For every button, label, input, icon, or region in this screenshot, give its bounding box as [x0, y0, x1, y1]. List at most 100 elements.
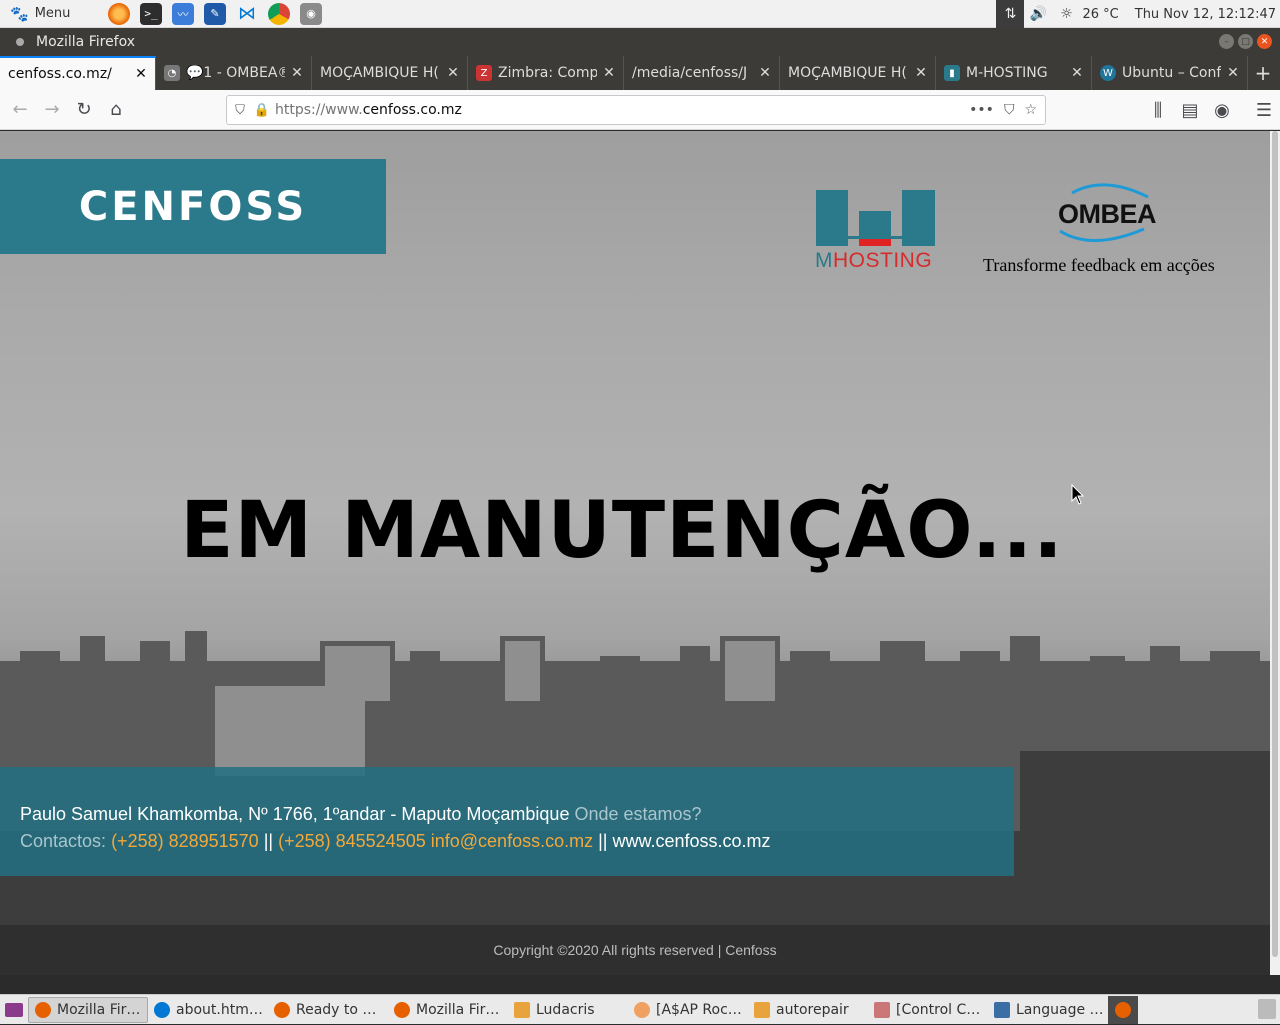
- shield-icon[interactable]: ⛉: [227, 103, 253, 118]
- scrollbar-thumb[interactable]: [1272, 131, 1278, 957]
- language-icon: [994, 1001, 1010, 1018]
- back-button[interactable]: ←: [4, 94, 36, 126]
- where-link[interactable]: Onde estamos?: [574, 804, 701, 824]
- taskbar-item[interactable]: autorepair: [748, 997, 868, 1023]
- tab-zimbra[interactable]: Z Zimbra: Comp ✕: [468, 56, 624, 90]
- firefox-icon: [394, 1001, 410, 1018]
- tab-label: 💬1 - OMBEA®: [186, 65, 285, 81]
- url-domain: cenfoss.co.mz: [362, 102, 462, 118]
- tab-label: /media/cenfoss/J: [632, 65, 748, 81]
- reload-button[interactable]: ↻: [68, 94, 100, 126]
- library-icon[interactable]: ⫼: [1142, 94, 1174, 126]
- chrome-icon[interactable]: [268, 2, 290, 25]
- minimize-button[interactable]: –: [1219, 34, 1234, 49]
- close-tab-icon[interactable]: ✕: [1069, 65, 1085, 81]
- phone-2[interactable]: (+258) 845524505: [278, 831, 426, 851]
- tab-label: cenfoss.co.mz/: [8, 66, 112, 82]
- taskbar-item[interactable]: [A$AP Roc…: [628, 997, 748, 1023]
- tab-label: MOÇAMBIQUE H(: [320, 65, 439, 81]
- terminal-icon[interactable]: >_: [140, 2, 162, 25]
- cenfoss-logo: CENFOSS: [78, 183, 308, 230]
- pocket-icon[interactable]: ⛉: [1004, 102, 1015, 118]
- system-menu-button[interactable]: 🐾 Menu: [0, 5, 108, 23]
- tab-label: Ubuntu – Conf: [1122, 65, 1221, 81]
- page-scrollbar[interactable]: [1270, 131, 1280, 975]
- firefox-icon: [634, 1001, 650, 1018]
- lock-icon[interactable]: 🔒: [253, 103, 271, 118]
- taskbar-item-active-firefox[interactable]: [1108, 995, 1138, 1024]
- close-tab-icon[interactable]: ✕: [289, 65, 305, 81]
- tab-media[interactable]: /media/cenfoss/J ✕: [624, 56, 780, 90]
- taskbar-item[interactable]: Language …: [988, 997, 1108, 1023]
- close-tab-icon[interactable]: ✕: [1225, 65, 1241, 81]
- taskbar: Mozilla Fir… about.htm… Ready to … Mozil…: [0, 994, 1280, 1024]
- volume-icon[interactable]: 🔊: [1024, 0, 1052, 28]
- taskbar-item[interactable]: Ready to …: [268, 997, 388, 1023]
- paw-icon: 🐾: [10, 4, 29, 23]
- close-tab-icon[interactable]: ✕: [601, 65, 617, 81]
- taskbar-item[interactable]: about.htm…: [148, 997, 268, 1023]
- toolbar-right: ⫼ ▤ ◉ ☰: [1142, 94, 1280, 126]
- bookmark-star-icon[interactable]: ☆: [1024, 102, 1037, 118]
- ombea-logo[interactable]: OMBEA: [1052, 179, 1157, 249]
- hamburger-menu-icon[interactable]: ☰: [1248, 94, 1280, 126]
- taskbar-item[interactable]: [Control C…: [868, 997, 988, 1023]
- taskbar-item[interactable]: Mozilla Fir…: [28, 996, 148, 1023]
- mhosting-logo[interactable]: MHOSTING: [815, 189, 937, 273]
- ombea-wordmark: OMBEA: [1058, 199, 1157, 229]
- close-tab-icon[interactable]: ✕: [133, 66, 149, 82]
- tab-mhosting[interactable]: ▮ M-HOSTING ✕: [936, 56, 1092, 90]
- maximize-button[interactable]: □: [1238, 34, 1253, 49]
- close-tab-icon[interactable]: ✕: [757, 65, 773, 81]
- close-tab-icon[interactable]: ✕: [913, 65, 929, 81]
- email-link[interactable]: info@cenfoss.co.mz: [431, 831, 593, 851]
- url-text[interactable]: https://www.cenfoss.co.mz: [275, 102, 969, 118]
- maintenance-headline: EM MANUTENÇÃO...: [180, 486, 1064, 576]
- vscode-icon: [154, 1001, 170, 1018]
- mhosting-wordmark: MHOSTING: [815, 249, 932, 273]
- account-icon[interactable]: ◉: [1206, 94, 1238, 126]
- monitor-icon[interactable]: 〰: [172, 2, 194, 25]
- taskbar-item[interactable]: Mozilla Fir…: [388, 997, 508, 1023]
- home-button[interactable]: ⌂: [100, 94, 132, 126]
- network-icon[interactable]: ⇅: [996, 0, 1025, 28]
- vscode-icon[interactable]: ⋈: [236, 3, 258, 25]
- tab-ombea[interactable]: ◔ 💬1 - OMBEA® ✕: [156, 56, 312, 90]
- firefox-icon[interactable]: [108, 2, 130, 25]
- new-tab-button[interactable]: +: [1248, 56, 1278, 90]
- tab-cenfoss[interactable]: cenfoss.co.mz/ ✕: [0, 56, 156, 90]
- show-desktop-button[interactable]: [0, 995, 28, 1025]
- zimbra-icon: Z: [476, 65, 492, 81]
- copyright: Copyright ©2020 All rights reserved | Ce…: [493, 942, 777, 958]
- page-actions-icon[interactable]: •••: [969, 102, 994, 118]
- tab-bar: cenfoss.co.mz/ ✕ ◔ 💬1 - OMBEA® ✕ MOÇAMBI…: [0, 56, 1280, 90]
- mhosting-bars-icon: [816, 190, 935, 246]
- close-tab-icon[interactable]: ✕: [445, 65, 461, 81]
- website[interactable]: www.cenfoss.co.mz: [612, 831, 770, 851]
- taskbar-item[interactable]: Ludacris: [508, 997, 628, 1023]
- weather-icon[interactable]: ☼: [1052, 0, 1080, 28]
- window-titlebar: Mozilla Firefox – □ ✕: [0, 28, 1280, 56]
- mhosting-icon: ▮: [944, 65, 960, 81]
- forward-button[interactable]: →: [36, 94, 68, 126]
- clock[interactable]: Thu Nov 12, 12:12:47: [1125, 7, 1280, 22]
- cenfoss-logo-banner[interactable]: CENFOSS: [0, 159, 386, 254]
- taskbar-label: Ludacris: [536, 1001, 595, 1018]
- editor-icon[interactable]: ✎: [204, 2, 226, 25]
- tab-label: Zimbra: Comp: [498, 65, 597, 81]
- tab-ubuntu[interactable]: W Ubuntu – Conf ✕: [1092, 56, 1248, 90]
- sidebar-icon[interactable]: ▤: [1174, 94, 1206, 126]
- trash-icon[interactable]: [1258, 999, 1276, 1019]
- tab-mocambique-1[interactable]: MOÇAMBIQUE H( ✕: [312, 56, 468, 90]
- url-bar[interactable]: ⛉ 🔒 https://www.cenfoss.co.mz ••• ⛉ ☆: [226, 95, 1046, 125]
- desktop-icon: [5, 1002, 23, 1017]
- screenshot-icon[interactable]: ◉: [300, 2, 322, 25]
- launcher-bar: >_ 〰 ✎ ⋈ ◉: [108, 2, 322, 25]
- close-window-button[interactable]: ✕: [1257, 34, 1272, 49]
- window-menu-icon[interactable]: [16, 38, 24, 46]
- taskbar-label: Language …: [1016, 1001, 1104, 1018]
- navigation-bar: ← → ↻ ⌂ ⛉ 🔒 https://www.cenfoss.co.mz ••…: [0, 90, 1280, 130]
- page-footer: Copyright ©2020 All rights reserved | Ce…: [0, 925, 1270, 975]
- tab-mocambique-2[interactable]: MOÇAMBIQUE H( ✕: [780, 56, 936, 90]
- phone-1[interactable]: (+258) 828951570: [111, 831, 259, 851]
